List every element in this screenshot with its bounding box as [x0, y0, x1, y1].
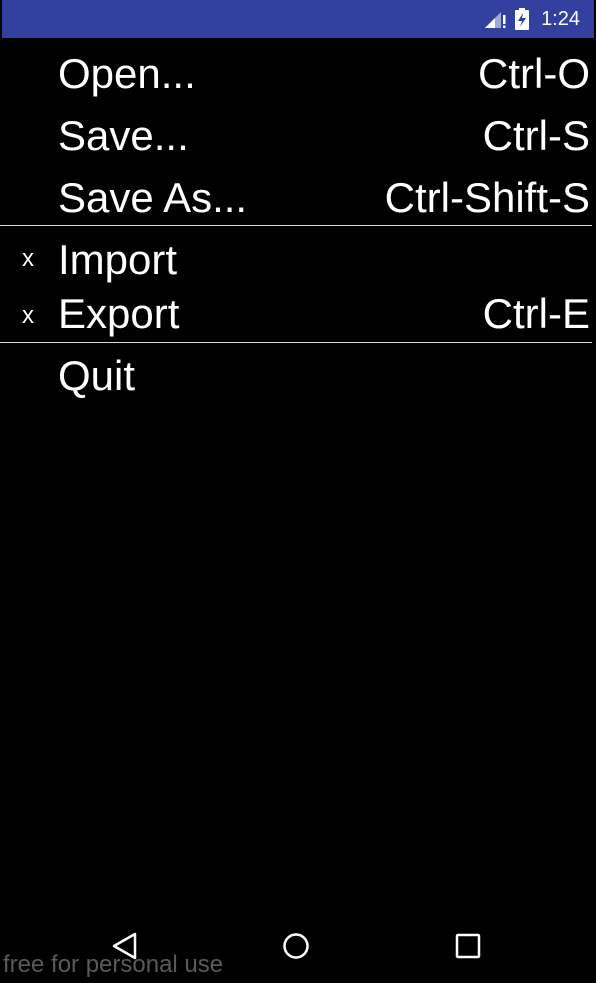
battery-charging-icon: [515, 8, 530, 30]
menu-item-save-as[interactable]: Save As... Ctrl-Shift-S: [0, 162, 592, 225]
menu-item-shortcut: Ctrl-E: [482, 290, 590, 337]
menu-item-import[interactable]: x Import: [0, 226, 592, 283]
menu-item-shortcut: Ctrl-S: [482, 112, 590, 159]
recent-apps-icon[interactable]: [453, 931, 483, 961]
status-icons: 1:24: [483, 0, 580, 38]
signal-icon: [483, 9, 507, 29]
menu-item-label: Save...: [58, 112, 189, 159]
home-icon[interactable]: [281, 931, 311, 961]
menu-item-export[interactable]: x Export Ctrl-E: [0, 283, 592, 342]
status-bar: 1:24: [2, 0, 594, 38]
file-menu: Open... Ctrl-O Save... Ctrl-S Save As...…: [0, 38, 592, 405]
menu-item-shortcut: Ctrl-O: [478, 50, 590, 97]
watermark-text: free for personal use: [3, 951, 224, 978]
menu-item-label: Save As...: [58, 174, 248, 221]
menu-item-label: Export: [58, 290, 180, 337]
menu-item-label: Open...: [58, 50, 196, 97]
menu-item-open[interactable]: Open... Ctrl-O: [0, 38, 592, 100]
menu-item-quit[interactable]: Quit: [0, 343, 592, 405]
status-clock: 1:24: [541, 7, 580, 30]
menu-item-label: Quit: [58, 352, 136, 399]
menu-item-check: x: [22, 302, 34, 329]
menu-item-label: Import: [58, 236, 178, 283]
menu-item-save[interactable]: Save... Ctrl-S: [0, 100, 592, 162]
menu-item-shortcut: Ctrl-Shift-S: [384, 174, 590, 221]
menu-item-check: x: [22, 245, 34, 272]
